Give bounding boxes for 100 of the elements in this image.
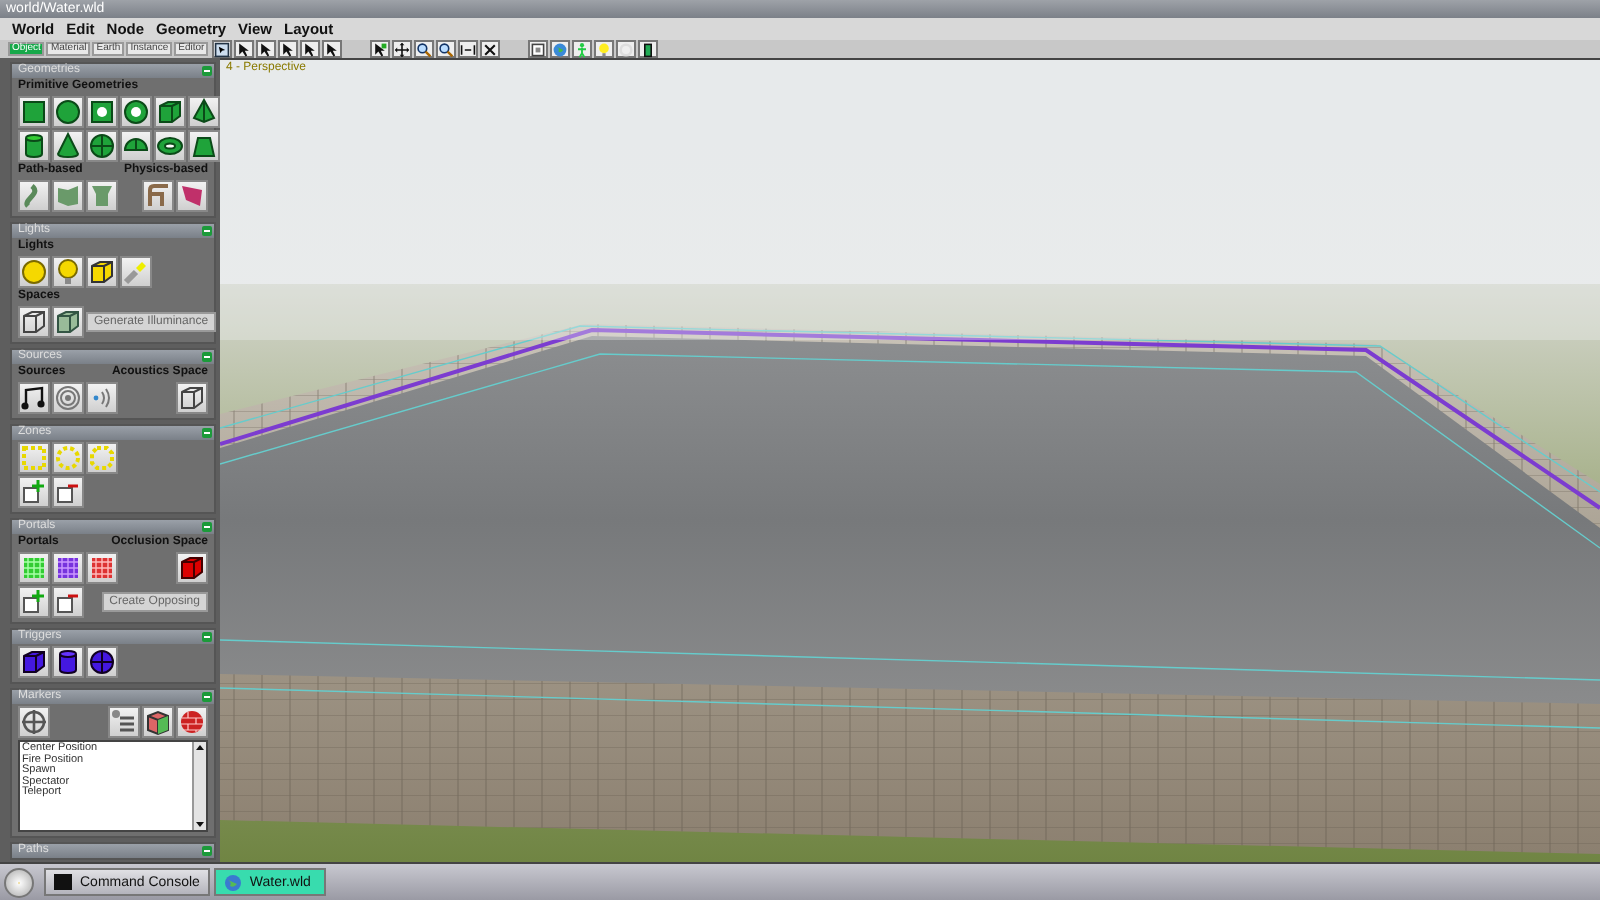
toolbar-button[interactable] bbox=[638, 40, 658, 58]
node-icon bbox=[372, 41, 388, 57]
figure-icon bbox=[574, 41, 590, 57]
toolbar-button[interactable] bbox=[278, 40, 298, 58]
torus-icon bbox=[156, 132, 184, 160]
brick-ball-icon bbox=[178, 708, 206, 736]
tool-button[interactable] bbox=[154, 96, 186, 128]
tool-button[interactable] bbox=[154, 130, 186, 162]
collapse-icon[interactable] bbox=[202, 226, 212, 236]
tool-button[interactable] bbox=[120, 96, 152, 128]
wall-icon bbox=[54, 182, 82, 210]
list-icon bbox=[110, 708, 138, 736]
collapse-icon[interactable] bbox=[202, 522, 212, 532]
tool-button[interactable] bbox=[86, 130, 118, 162]
collapse-icon[interactable] bbox=[202, 352, 212, 362]
toolbar-button[interactable] bbox=[234, 40, 254, 58]
tool-button[interactable] bbox=[86, 256, 118, 288]
light-bulb-icon bbox=[596, 41, 612, 57]
light-bulb-icon bbox=[54, 258, 82, 286]
ring-icon bbox=[122, 98, 150, 126]
tool-button[interactable] bbox=[18, 96, 50, 128]
toolbar-button[interactable] bbox=[322, 40, 342, 58]
tool-button[interactable] bbox=[176, 552, 208, 584]
dotted-octagon-icon bbox=[88, 444, 116, 472]
tool-button[interactable] bbox=[52, 586, 84, 618]
tool-button[interactable] bbox=[18, 476, 50, 508]
concentric-rings-icon bbox=[54, 384, 82, 412]
tool-button[interactable] bbox=[18, 382, 50, 414]
speaker-icon bbox=[88, 384, 116, 412]
zoom-icon bbox=[438, 41, 454, 57]
sphere-icon bbox=[88, 648, 116, 676]
zoom-icon bbox=[416, 41, 432, 57]
tool-button[interactable] bbox=[52, 306, 84, 338]
toolbar-button[interactable] bbox=[256, 40, 276, 58]
add-icon bbox=[20, 588, 48, 616]
tool-button[interactable] bbox=[176, 382, 208, 414]
tool-button[interactable] bbox=[52, 130, 84, 162]
square-ring-icon bbox=[88, 98, 116, 126]
flashlight-icon bbox=[122, 258, 150, 286]
tool-button[interactable] bbox=[52, 96, 84, 128]
cube-icon bbox=[178, 554, 206, 582]
toolbar-button[interactable] bbox=[436, 40, 456, 58]
collapse-icon[interactable] bbox=[202, 692, 212, 702]
dotted-circle-icon bbox=[54, 444, 82, 472]
toolbar-button[interactable] bbox=[458, 40, 478, 58]
tool-button[interactable] bbox=[188, 130, 220, 162]
tool-button[interactable] bbox=[86, 646, 118, 678]
globe-icon bbox=[223, 873, 242, 891]
collapse-icon[interactable] bbox=[202, 632, 212, 642]
sun-icon bbox=[20, 258, 48, 286]
tool-button[interactable] bbox=[18, 586, 50, 618]
collapse-icon[interactable] bbox=[202, 66, 212, 76]
tube-icon bbox=[88, 182, 116, 210]
tool-button[interactable] bbox=[18, 306, 50, 338]
move-icon bbox=[394, 41, 410, 57]
fit-icon bbox=[460, 41, 476, 57]
toolbar-button[interactable] bbox=[414, 40, 434, 58]
collapse-icon[interactable] bbox=[202, 428, 212, 438]
wire-cube-icon bbox=[20, 308, 48, 336]
toolbar-button[interactable] bbox=[392, 40, 412, 58]
pyramid-icon bbox=[190, 98, 218, 126]
tool-button[interactable] bbox=[108, 706, 140, 738]
toolbar-button[interactable] bbox=[300, 40, 320, 58]
sphere-icon bbox=[88, 132, 116, 160]
cube-icon bbox=[156, 98, 184, 126]
tool-button[interactable] bbox=[86, 96, 118, 128]
checker-icon bbox=[54, 554, 82, 582]
wire-cube-icon bbox=[54, 308, 82, 336]
cylinder-icon bbox=[54, 648, 82, 676]
tool-button[interactable] bbox=[18, 706, 50, 738]
tool-button[interactable] bbox=[18, 646, 50, 678]
tool-button[interactable] bbox=[18, 130, 50, 162]
tool-button[interactable] bbox=[52, 646, 84, 678]
add-icon bbox=[20, 478, 48, 506]
frame-icon bbox=[530, 41, 546, 57]
toolbar-button[interactable] bbox=[528, 40, 548, 58]
bell-shape-icon bbox=[190, 132, 218, 160]
cone-icon bbox=[54, 132, 82, 160]
scroll-up-icon[interactable] bbox=[194, 742, 206, 754]
cylinder-icon bbox=[20, 132, 48, 160]
tool-button[interactable] bbox=[188, 96, 220, 128]
scroll-down-icon[interactable] bbox=[194, 818, 206, 830]
box-icon bbox=[144, 708, 172, 736]
rope-icon bbox=[144, 182, 172, 210]
globe-icon bbox=[552, 41, 568, 57]
start-button[interactable] bbox=[4, 867, 34, 897]
cube-icon bbox=[20, 648, 48, 676]
console-icon bbox=[54, 874, 72, 890]
scrollbar[interactable] bbox=[192, 742, 206, 830]
tool-button[interactable] bbox=[120, 130, 152, 162]
cloth-icon bbox=[178, 182, 206, 210]
wire-cube-icon bbox=[178, 384, 206, 412]
tool-button[interactable] bbox=[52, 476, 84, 508]
select-icon bbox=[214, 41, 230, 57]
toolbar-button[interactable] bbox=[212, 40, 232, 58]
music-note-icon bbox=[20, 384, 48, 412]
tool-button[interactable] bbox=[142, 706, 174, 738]
toolbar-button[interactable] bbox=[370, 40, 390, 58]
collapse-icon[interactable] bbox=[202, 846, 212, 856]
circle-icon bbox=[54, 98, 82, 126]
